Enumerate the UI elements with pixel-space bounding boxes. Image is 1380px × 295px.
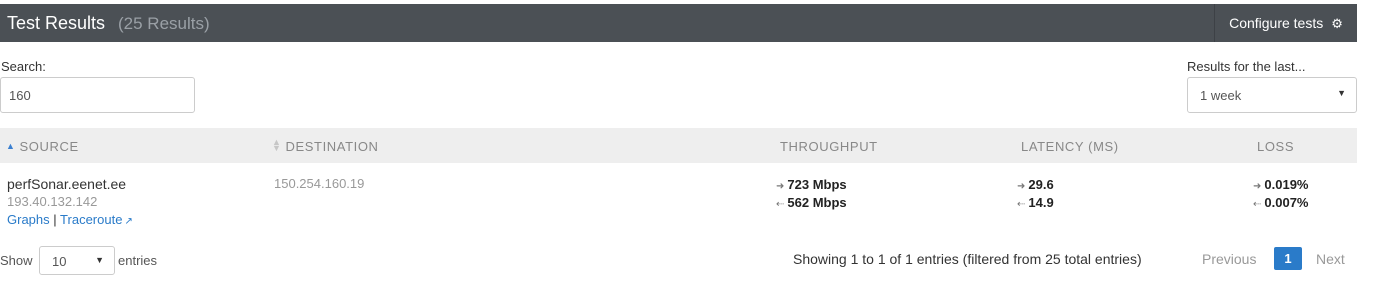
traceroute-link-label: Traceroute (60, 212, 123, 227)
caret-down-icon: ▼ (1337, 88, 1346, 98)
arrow-left-icon: ⇠ (1017, 199, 1026, 210)
graphs-link[interactable]: Graphs (7, 212, 50, 227)
column-header-destination-label: DESTINATION (285, 139, 379, 154)
throughput-in-value: 562 Mbps (787, 195, 847, 210)
results-count: (25 Results) (118, 14, 210, 33)
loss-in: ⇠ 0.007% (1253, 195, 1308, 210)
table-info: Showing 1 to 1 of 1 entries (filtered fr… (793, 251, 1142, 267)
time-range-select[interactable]: 1 week ▼ (1187, 77, 1357, 113)
configure-tests-button[interactable]: Configure tests ⚙ (1214, 4, 1357, 42)
latency-in-value: 14.9 (1028, 195, 1054, 210)
source-ip: 193.40.132.142 (7, 194, 98, 209)
pagination-page-1[interactable]: 1 (1274, 247, 1302, 270)
show-label: Show (0, 253, 33, 268)
arrow-right-icon: ➜ (1017, 181, 1026, 192)
search-label: Search: (1, 59, 46, 74)
source-links: Graphs | Traceroute ↗ (7, 212, 133, 227)
column-header-destination[interactable]: ▲ ▼ DESTINATION (272, 137, 379, 155)
sort-ascending-icon: ▲ (6, 141, 16, 151)
caret-down-icon: ▼ (95, 255, 104, 265)
table-header: ▲ SOURCE ▲ ▼ DESTINATION THROUGHPUT LATENCY… (0, 128, 1357, 163)
latency-in: ⇠ 14.9 (1017, 195, 1054, 210)
entries-label: entries (118, 253, 158, 268)
arrow-left-icon: ⇠ (1253, 199, 1262, 210)
time-range-value: 1 week (1200, 88, 1242, 103)
latency-out-value: 29.6 (1028, 177, 1054, 192)
page-length-select[interactable]: 10 ▼ (39, 246, 115, 275)
column-header-latency: LATENCY (MS) (1021, 139, 1119, 154)
column-header-loss: LOSS (1257, 139, 1295, 154)
throughput-out-value: 723 Mbps (787, 177, 847, 192)
test-results-panel: Test Results (25 Results) Configure test… (0, 0, 1380, 295)
sort-icon: ▲ ▼ (272, 137, 282, 153)
range-label: Results for the last... (1187, 59, 1306, 74)
link-separator: | (53, 212, 57, 227)
destination-ip: 150.254.160.19 (274, 176, 365, 191)
arrow-left-icon: ⇠ (776, 199, 785, 210)
arrow-right-icon: ➜ (776, 181, 785, 192)
throughput-in: ⇠ 562 Mbps (776, 195, 847, 210)
column-header-source[interactable]: ▲ SOURCE (6, 139, 79, 154)
external-link-icon: ↗ (124, 216, 133, 227)
pagination-previous[interactable]: Previous (1202, 251, 1256, 267)
source-hostname: perfSonar.eenet.ee (7, 176, 127, 192)
column-header-throughput: THROUGHPUT (780, 139, 878, 154)
throughput-out: ➜ 723 Mbps (776, 177, 847, 192)
page-title: Test Results (7, 13, 106, 33)
search-input[interactable] (0, 77, 195, 113)
loss-out-value: 0.019% (1264, 177, 1309, 192)
header-bar: Test Results (25 Results) Configure test… (0, 4, 1357, 42)
column-header-source-label: SOURCE (19, 139, 79, 154)
configure-tests-label: Configure tests (1229, 15, 1324, 31)
latency-out: ➜ 29.6 (1017, 177, 1054, 192)
arrow-right-icon: ➜ (1253, 181, 1262, 192)
page-length-value: 10 (52, 254, 67, 269)
loss-in-value: 0.007% (1264, 195, 1309, 210)
loss-out: ➜ 0.019% (1253, 177, 1308, 192)
traceroute-link[interactable]: Traceroute ↗ (60, 212, 133, 227)
pagination-next[interactable]: Next (1316, 251, 1345, 267)
gear-icon: ⚙ (1331, 15, 1343, 31)
